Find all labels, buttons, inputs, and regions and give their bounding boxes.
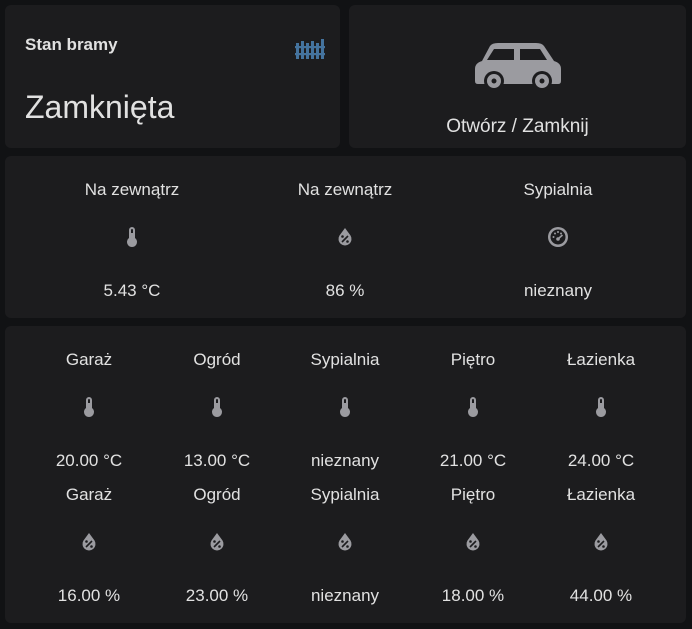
glance-entity-garage-temperature[interactable]: Garaż 20.00 °C [25,350,153,475]
entity-state: nieznany [523,281,593,300]
glance-entity-bedroom-humidity[interactable]: Sypialnia nieznany [281,485,409,610]
glance-entity-outdoor-temperature[interactable]: Na zewnątrz 5.43 °C [22,180,242,305]
gauge-icon [548,227,568,247]
entity-state: 18.00 % [441,586,505,605]
entity-state: 16.00 % [57,586,121,605]
glance-entity-outdoor-humidity[interactable]: Na zewnątrz 86 % [235,180,455,305]
glance-entity-bathroom-humidity[interactable]: Łazienka 44.00 % [537,485,665,610]
thermometer-icon [340,397,350,417]
toggle-button-label: Otwórz / Zamknij [446,116,589,137]
entity-state: nieznany [310,586,380,605]
entity-name: Sypialnia [310,485,380,504]
entity-state: 20.00 °C [55,451,123,470]
water-percent-icon [210,533,224,551]
glance-entity-bathroom-temperature[interactable]: Łazienka 24.00 °C [537,350,665,475]
gate-status-card[interactable]: Stan bramy Zamknięta [5,5,340,148]
entity-state: nieznany [310,451,380,470]
thermometer-icon [468,397,478,417]
entity-name: Łazienka [566,350,636,369]
glance-entity-floor-temperature[interactable]: Piętro 21.00 °C [409,350,537,475]
entity-state: 21.00 °C [439,451,507,470]
entity-state: 23.00 % [185,586,249,605]
entity-state: 5.43 °C [103,281,161,300]
entity-state: 44.00 % [569,586,633,605]
thermometer-icon [84,397,94,417]
entity-name: Na zewnątrz [297,180,393,199]
water-percent-icon [338,228,352,246]
entity-name: Garaż [65,485,113,504]
entity-name: Sypialnia [310,350,380,369]
entity-state: 86 % [325,281,365,300]
thermometer-icon [127,227,137,247]
glance-card-rooms: Garaż 20.00 °C Ogród 13.00 °C Sypialnia … [5,326,686,623]
water-percent-icon [338,533,352,551]
entity-name: Sypialnia [523,180,593,199]
car-icon [475,43,561,91]
glance-entity-garage-humidity[interactable]: Garaż 16.00 % [25,485,153,610]
entity-name: Garaż [65,350,113,369]
glance-entity-bedroom-pressure[interactable]: Sypialnia nieznany [448,180,668,305]
gate-status-state: Zamknięta [25,89,175,125]
entity-name: Ogród [193,350,241,369]
thermometer-icon [212,397,222,417]
entity-name: Na zewnątrz [84,180,180,199]
entity-name: Ogród [193,485,241,504]
entity-state: 13.00 °C [183,451,251,470]
fence-icon [295,39,325,59]
water-percent-icon [466,533,480,551]
water-percent-icon [594,533,608,551]
glance-entity-garden-humidity[interactable]: Ogród 23.00 % [153,485,281,610]
gate-status-title: Stan bramy [25,35,118,54]
gate-toggle-button[interactable]: Otwórz / Zamknij [349,5,686,148]
glance-entity-bedroom-temperature[interactable]: Sypialnia nieznany [281,350,409,475]
entity-name: Piętro [450,350,496,369]
entity-state: 24.00 °C [567,451,635,470]
thermometer-icon [596,397,606,417]
glance-card-outdoor: Na zewnątrz 5.43 °C Na zewnątrz 86 % Syp… [5,156,686,318]
glance-entity-garden-temperature[interactable]: Ogród 13.00 °C [153,350,281,475]
glance-entity-floor-humidity[interactable]: Piętro 18.00 % [409,485,537,610]
water-percent-icon [82,533,96,551]
entity-name: Łazienka [566,485,636,504]
entity-name: Piętro [450,485,496,504]
